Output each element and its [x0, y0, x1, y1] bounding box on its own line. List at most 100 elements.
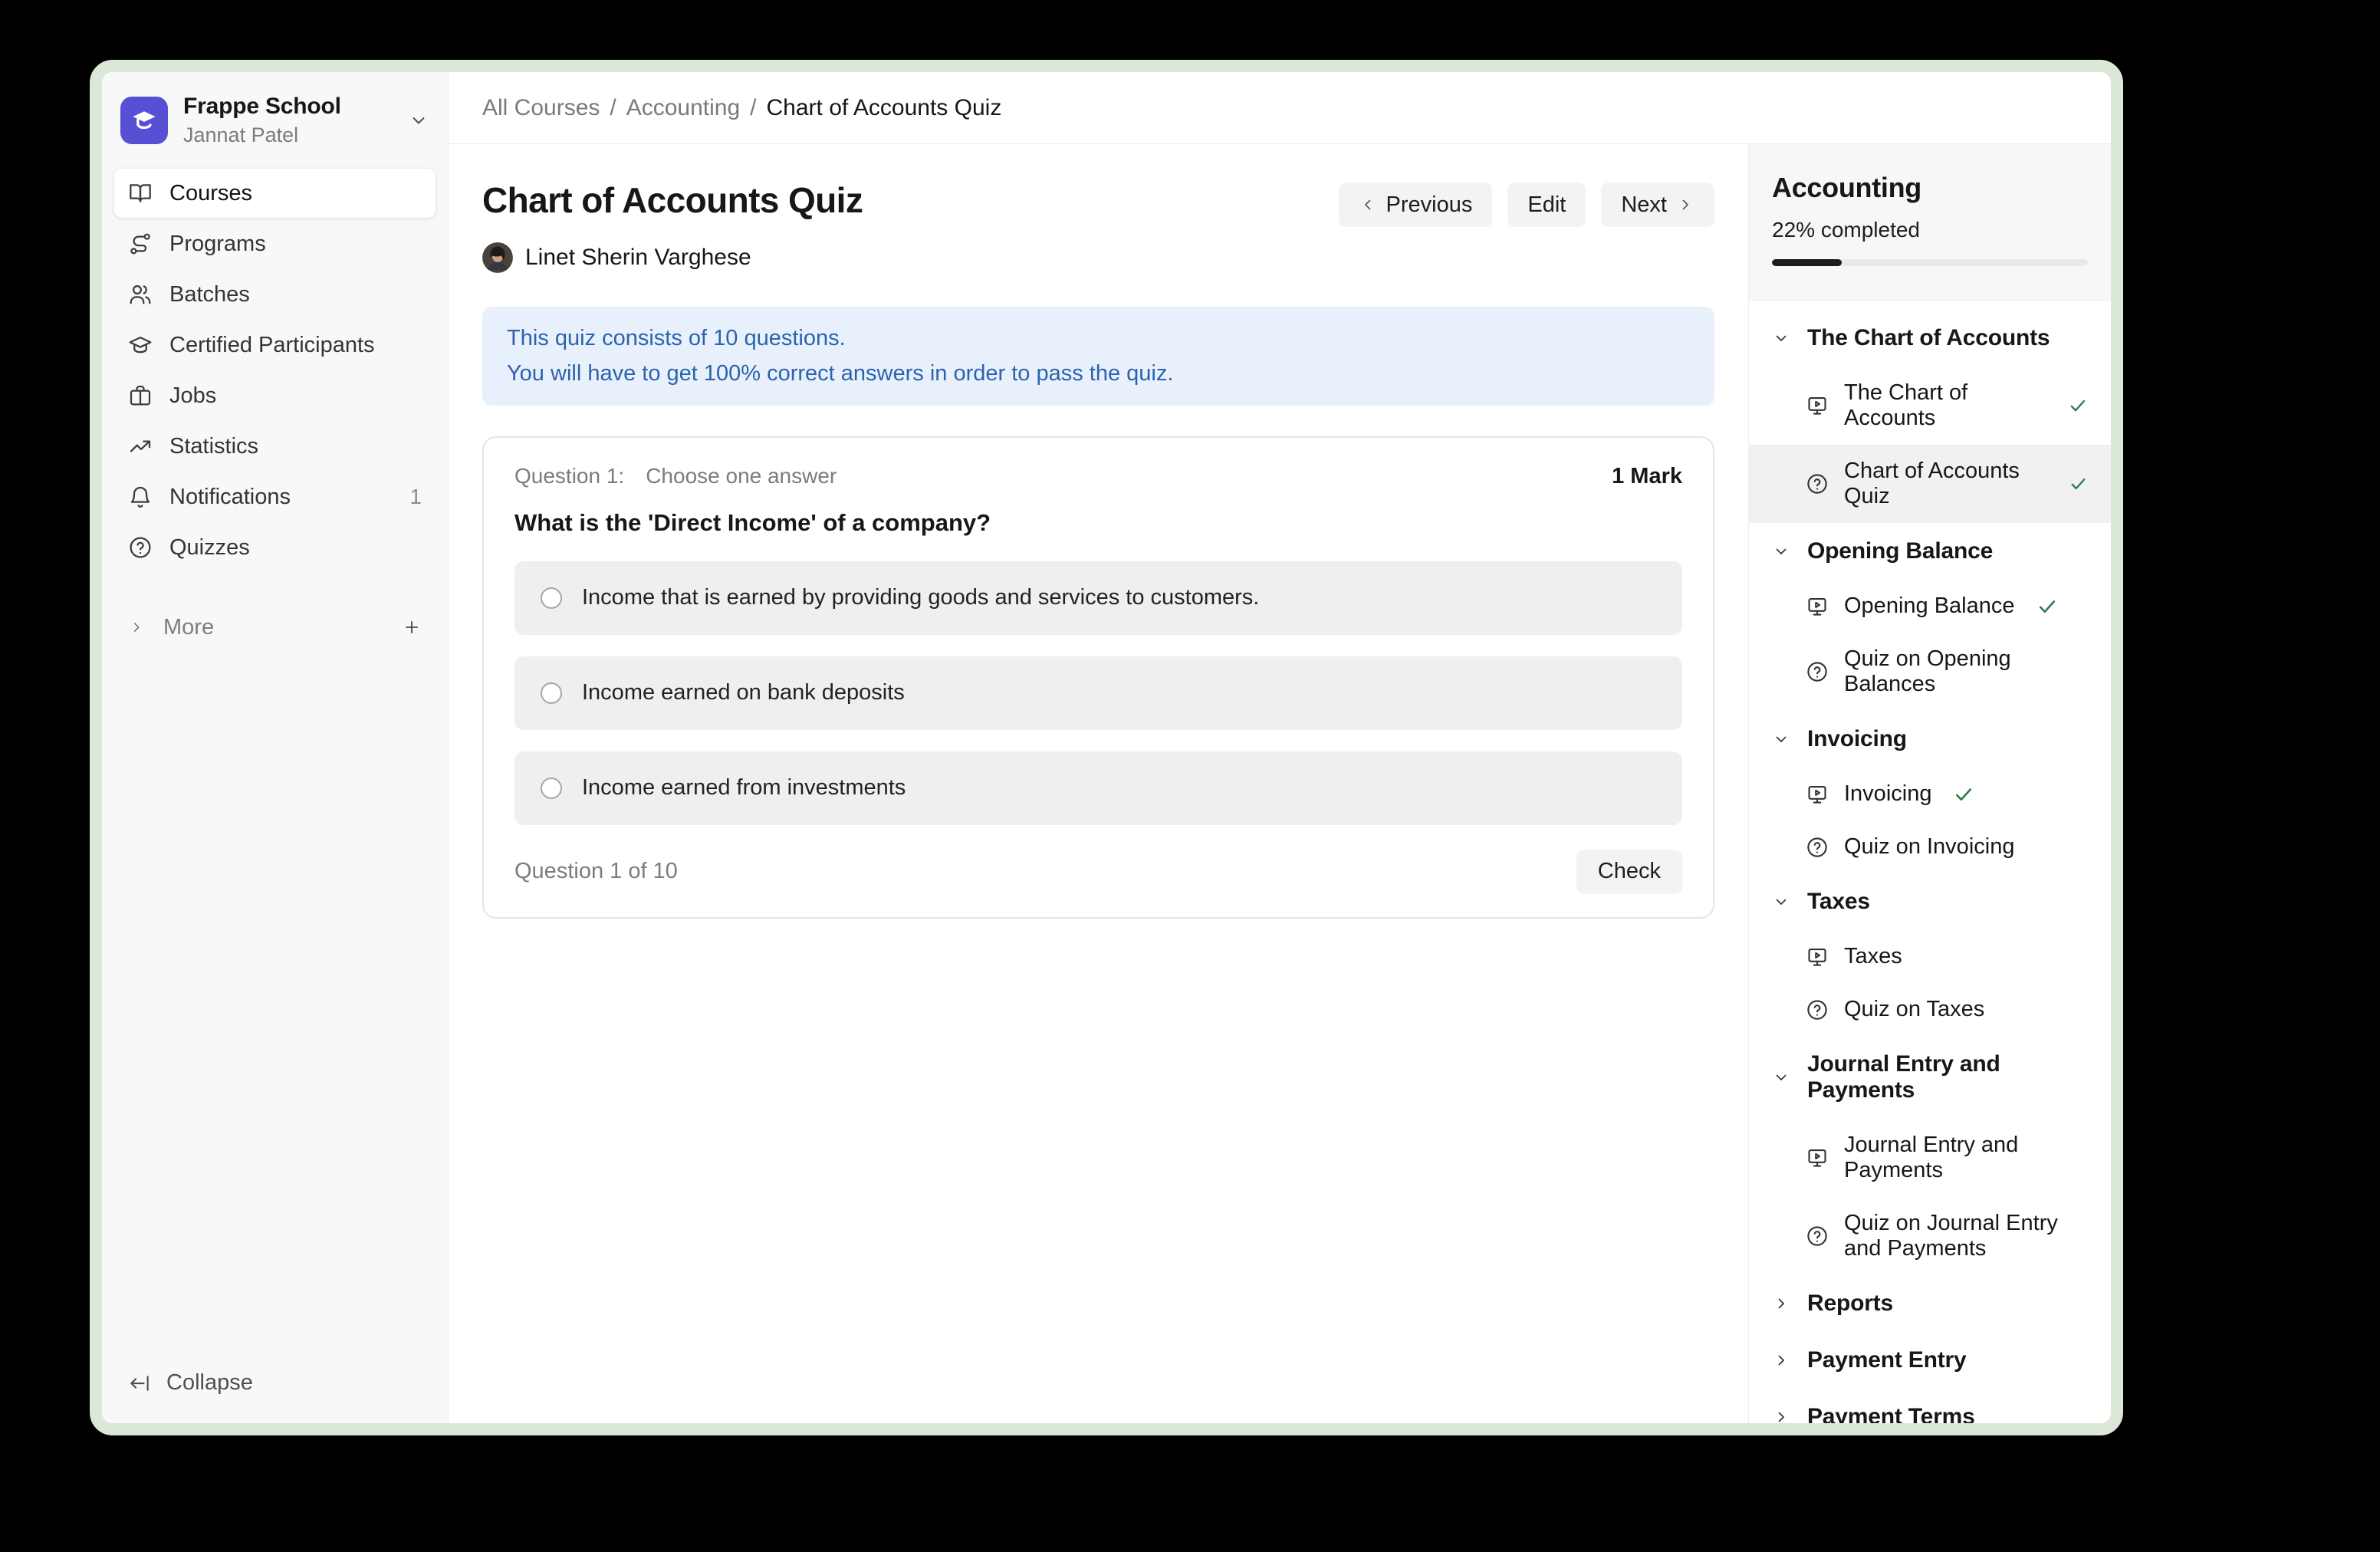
sidebar-item-label: Certified Participants: [169, 333, 375, 358]
outline-section-label: The Chart of Accounts: [1807, 325, 2050, 351]
quiz-info-banner: This quiz consists of 10 questions. You …: [482, 307, 1714, 406]
briefcase-icon: [128, 383, 153, 408]
radio-button[interactable]: [541, 778, 562, 799]
help-circle-icon: [128, 535, 153, 560]
outline-section-opening-balance[interactable]: Opening Balance: [1749, 523, 2111, 580]
breadcrumb-item-chart-of-accounts-quiz: Chart of Accounts Quiz: [767, 95, 1002, 120]
workspace-switcher[interactable]: Frappe School Jannat Patel: [114, 72, 436, 166]
monitor-play-icon: [1806, 1146, 1829, 1169]
answer-option-2[interactable]: Income earned on bank deposits: [514, 656, 1682, 730]
outline-section-journal-entry-and-payments[interactable]: Journal Entry and Payments: [1749, 1036, 2111, 1119]
title-actions: Previous Edit Next: [1339, 182, 1714, 227]
sidebar-item-more[interactable]: More: [114, 604, 436, 650]
help-circle-icon: [1806, 660, 1829, 683]
outline-item-journal-entry-and-payments[interactable]: Journal Entry and Payments: [1749, 1119, 2111, 1197]
sidebar-item-courses[interactable]: Courses: [114, 169, 436, 218]
screen: { "app": { "name": "Frappe School", "use…: [0, 0, 2380, 1552]
sidebar-item-label: Jobs: [169, 383, 216, 409]
title-row: Chart of Accounts Quiz Previous Edit Nex…: [482, 179, 1714, 227]
question-marks: 1 Mark: [1612, 464, 1682, 489]
chevron-right-icon: [1772, 1351, 1790, 1370]
outline-section-taxes[interactable]: Taxes: [1749, 873, 2111, 930]
answer-option-1[interactable]: Income that is earned by providing goods…: [514, 561, 1682, 635]
next-button[interactable]: Next: [1601, 182, 1714, 227]
sidebar-item-jobs[interactable]: Jobs: [114, 371, 436, 420]
sidebar-item-notifications[interactable]: Notifications1: [114, 472, 436, 521]
answer-option-label: Income earned from investments: [582, 775, 906, 801]
outline-item-the-chart-of-accounts[interactable]: The Chart of Accounts: [1749, 367, 2111, 445]
monitor-play-icon: [1806, 783, 1829, 806]
help-circle-icon: [1806, 836, 1829, 859]
outline-item-invoicing[interactable]: Invoicing: [1749, 768, 2111, 820]
course-outline-list: The Chart of Accounts The Chart of Accoun…: [1749, 301, 2111, 1423]
plus-icon[interactable]: [402, 617, 422, 637]
chevron-down-icon[interactable]: [408, 110, 429, 131]
sidebar-item-label: Notifications: [169, 485, 291, 510]
sidebar-item-batches[interactable]: Batches: [114, 270, 436, 319]
outline-section-payment-terms[interactable]: Payment Terms: [1749, 1389, 2111, 1423]
outline-section-label: Opening Balance: [1807, 538, 1993, 564]
app-window: Frappe School Jannat Patel Courses Progra…: [90, 60, 2123, 1435]
sidebar-item-label: Courses: [169, 181, 252, 206]
outline-section-reports[interactable]: Reports: [1749, 1275, 2111, 1332]
breadcrumb-item-accounting[interactable]: Accounting: [626, 95, 740, 120]
outline-item-label: Quiz on Opening Balances: [1844, 646, 2088, 697]
sidebar-item-statistics[interactable]: Statistics: [114, 422, 436, 471]
check-icon: [1953, 784, 1974, 805]
breadcrumb-separator: /: [750, 95, 756, 120]
edit-button[interactable]: Edit: [1507, 182, 1586, 227]
course-progress-fill: [1772, 259, 1842, 266]
outline-section-label: Reports: [1807, 1291, 1893, 1317]
breadcrumb-bar: All Courses / Accounting / Chart of Accounts…: [449, 72, 2111, 144]
chevron-right-icon: [1772, 1408, 1790, 1423]
question-header: Question 1: Choose one answer 1 Mark: [514, 464, 1682, 489]
outline-item-quiz-on-opening-balances[interactable]: Quiz on Opening Balances: [1749, 633, 2111, 711]
outline-section-label: Payment Entry: [1807, 1347, 1966, 1373]
radio-button[interactable]: [541, 587, 562, 609]
outline-section-payment-entry[interactable]: Payment Entry: [1749, 1332, 2111, 1389]
outline-item-taxes[interactable]: Taxes: [1749, 930, 2111, 983]
sidebar-item-programs[interactable]: Programs: [114, 219, 436, 268]
sidebar-item-label: Statistics: [169, 434, 258, 459]
question-footer: Question 1 of 10 Check: [514, 850, 1682, 894]
previous-button[interactable]: Previous: [1339, 182, 1493, 227]
outline-item-label: Opening Balance: [1844, 594, 2015, 619]
outline-item-label: Invoicing: [1844, 781, 1931, 807]
chevron-down-icon: [1772, 329, 1790, 347]
help-circle-icon: [1806, 472, 1829, 495]
outline-section-the-chart-of-accounts[interactable]: The Chart of Accounts: [1749, 310, 2111, 367]
help-circle-icon: [1806, 1225, 1829, 1248]
answer-option-3[interactable]: Income earned from investments: [514, 751, 1682, 825]
outline-section-invoicing[interactable]: Invoicing: [1749, 711, 2111, 768]
outline-item-opening-balance[interactable]: Opening Balance: [1749, 580, 2111, 633]
outline-section-label: Payment Terms: [1807, 1404, 1975, 1423]
radio-button[interactable]: [541, 682, 562, 704]
check-answer-button[interactable]: Check: [1576, 850, 1682, 894]
outline-item-quiz-on-journal-entry-and-payments[interactable]: Quiz on Journal Entry and Payments: [1749, 1197, 2111, 1275]
breadcrumb-separator: /: [610, 95, 616, 120]
chevron-down-icon: [1772, 893, 1790, 911]
outline-item-label: The Chart of Accounts: [1844, 380, 2046, 431]
outline-item-label: Taxes: [1844, 944, 1902, 969]
monitor-play-icon: [1806, 394, 1829, 417]
outline-item-label: Quiz on Invoicing: [1844, 834, 2014, 860]
workspace-info: Frappe School Jannat Patel: [183, 94, 393, 147]
collapse-sidebar-button[interactable]: Collapse: [114, 1350, 436, 1423]
body-row: Chart of Accounts Quiz Previous Edit Nex…: [449, 144, 2111, 1423]
sidebar-item-label: Programs: [169, 232, 266, 257]
question-instruction: Choose one answer: [646, 464, 837, 488]
answer-options: Income that is earned by providing goods…: [514, 561, 1682, 825]
outline-item-quiz-on-taxes[interactable]: Quiz on Taxes: [1749, 983, 2111, 1036]
more-label: More: [163, 615, 214, 640]
outline-item-chart-of-accounts-quiz[interactable]: Chart of Accounts Quiz: [1749, 445, 2111, 523]
sidebar-item-certified-participants[interactable]: Certified Participants: [114, 321, 436, 370]
breadcrumb-item-all-courses[interactable]: All Courses: [482, 95, 600, 120]
course-outline-header: Accounting 22% completed: [1749, 144, 2111, 301]
book-open-icon: [128, 181, 153, 206]
sidebar-item-quizzes[interactable]: Quizzes: [114, 523, 436, 572]
chevron-right-icon: [1676, 196, 1695, 214]
outline-item-quiz-on-invoicing[interactable]: Quiz on Invoicing: [1749, 820, 2111, 873]
outline-item-label: Quiz on Taxes: [1844, 997, 1984, 1022]
page-title: Chart of Accounts Quiz: [482, 179, 863, 221]
check-icon: [2036, 596, 2058, 617]
